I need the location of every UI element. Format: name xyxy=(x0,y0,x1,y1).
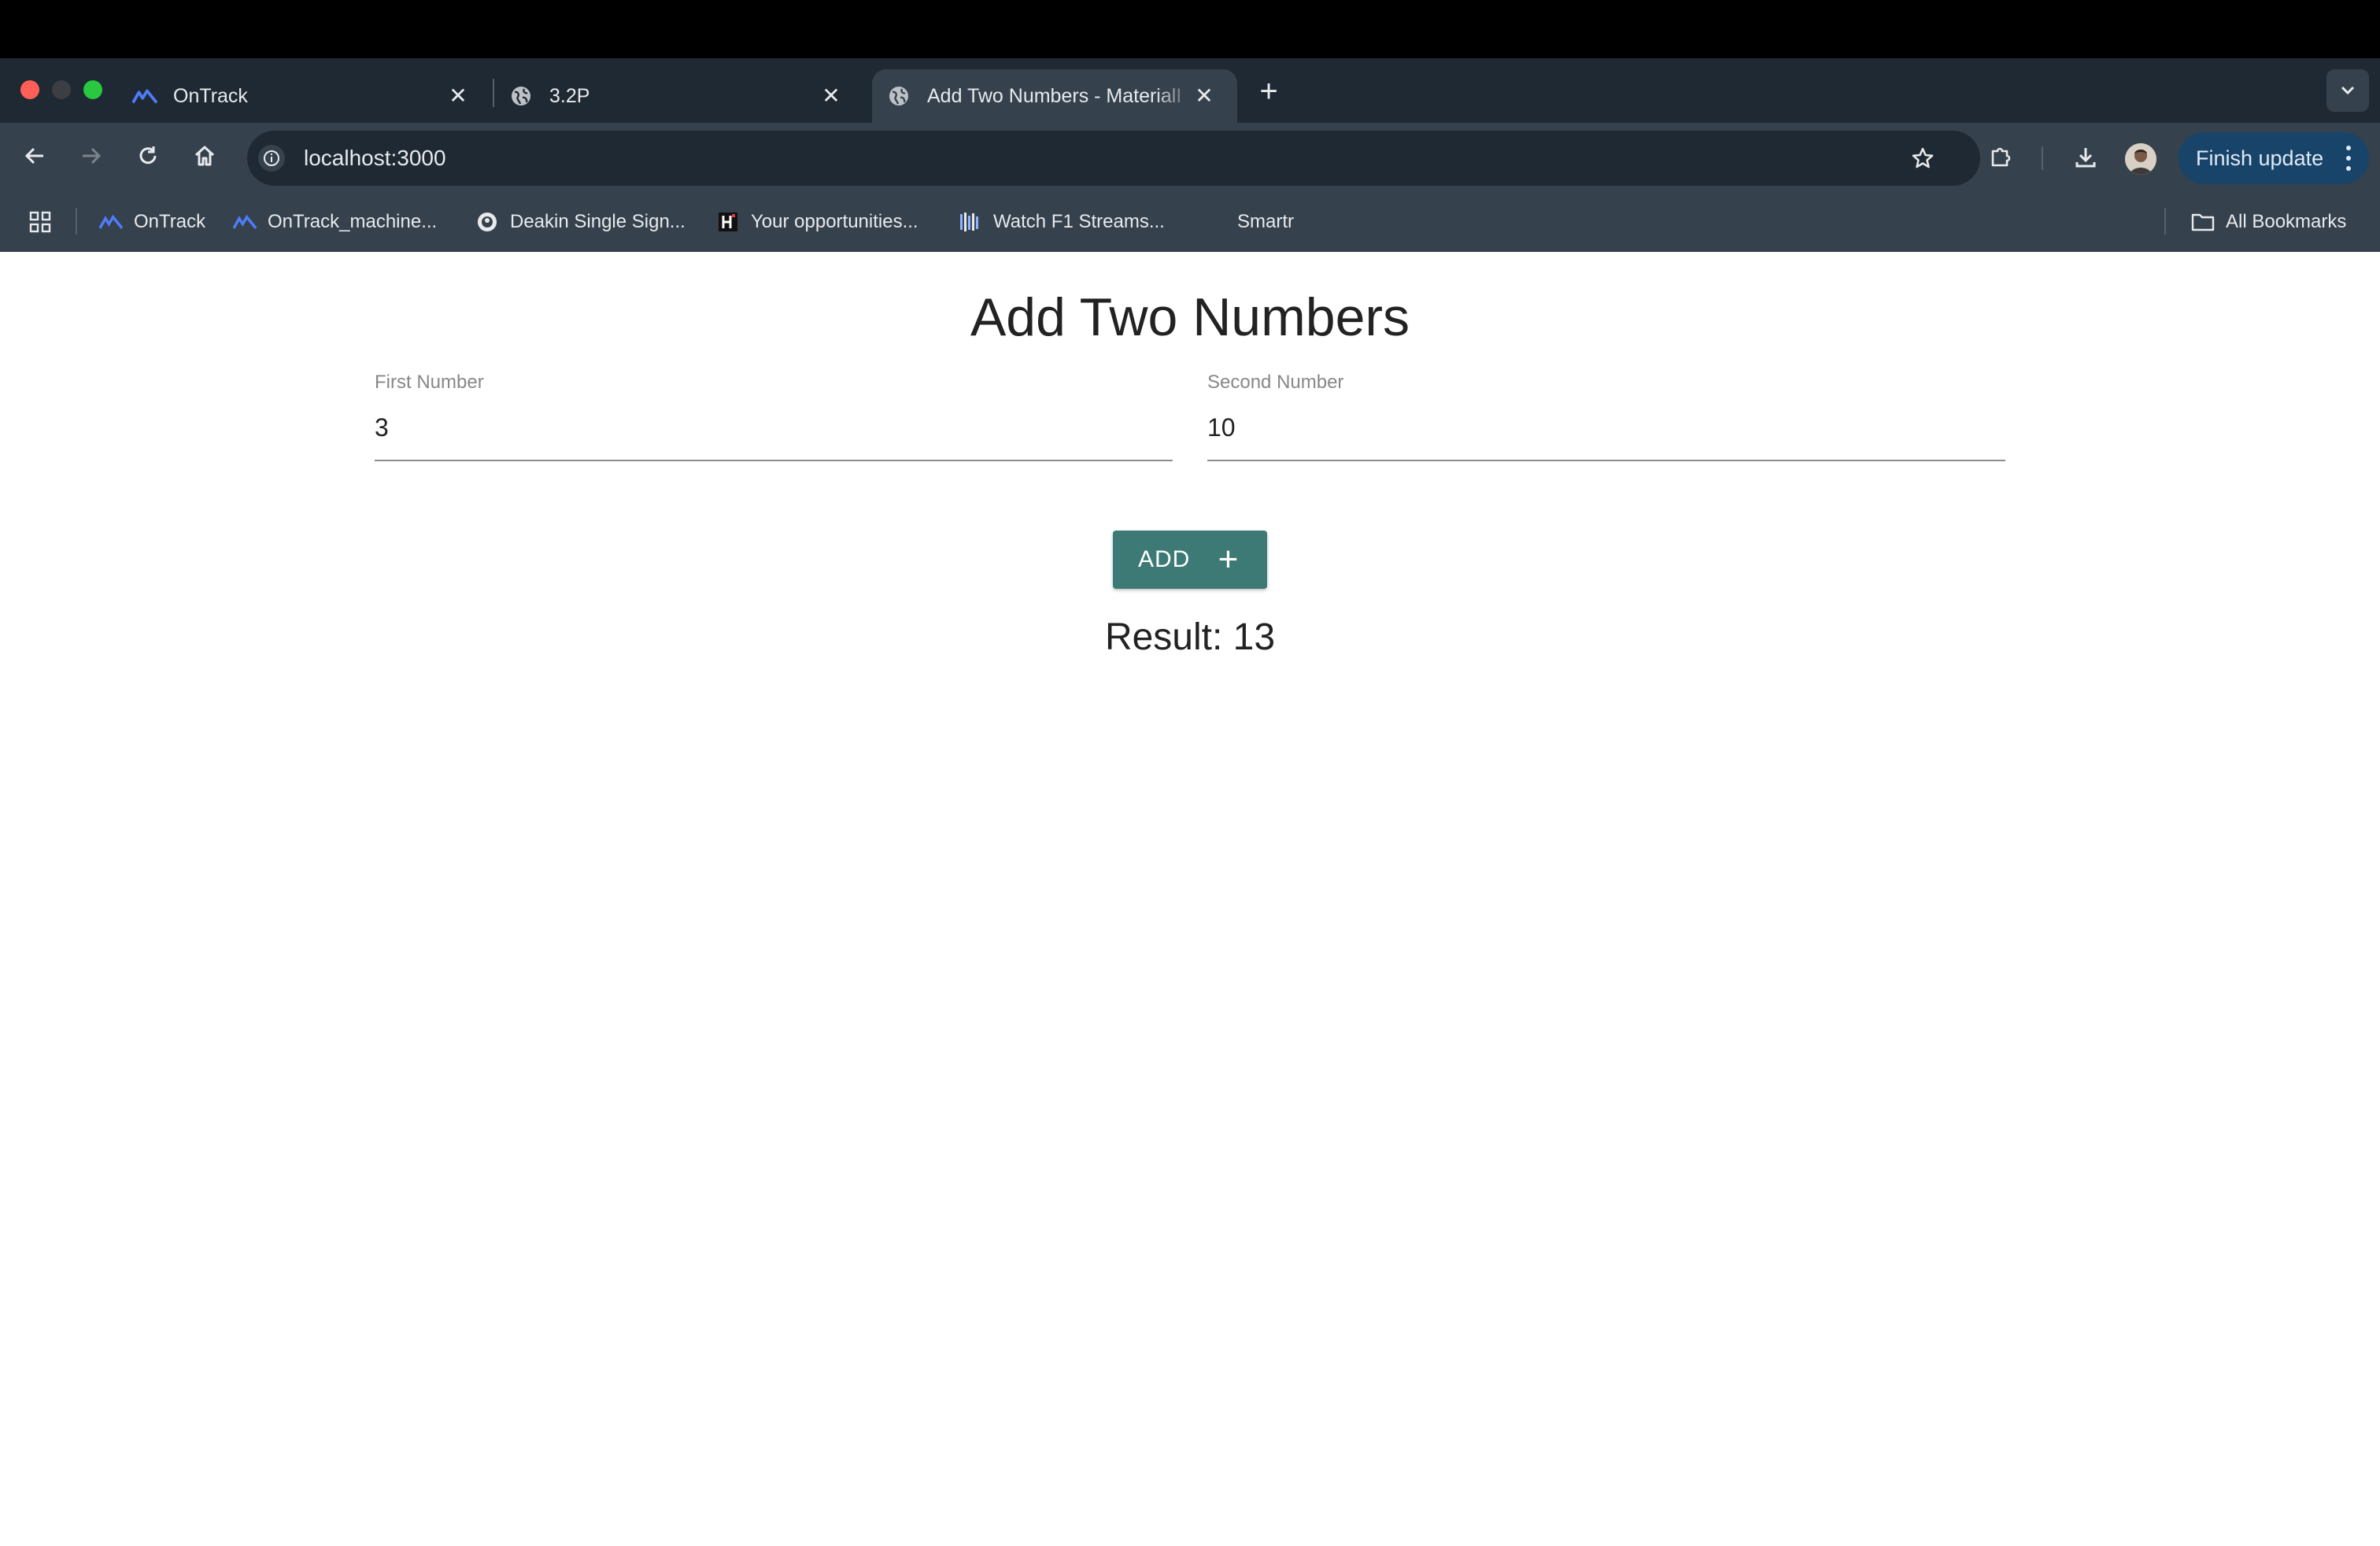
bookmark-watch-f1[interactable]: Watch F1 Streams... xyxy=(959,206,1165,238)
close-icon[interactable]: ✕ xyxy=(445,83,471,109)
url-text[interactable]: localhost:3000 xyxy=(304,143,446,173)
more-vertical-icon xyxy=(2346,146,2351,171)
new-tab-button[interactable]: + xyxy=(1253,76,1284,107)
bookmark-label: OnTrack xyxy=(134,211,206,232)
tab-title: Add Two Numbers - MaterialI xyxy=(927,84,1182,107)
result-text: Result: 13 xyxy=(0,616,2380,659)
back-arrow-icon xyxy=(24,147,43,165)
finish-update-label: Finish update xyxy=(2196,146,2324,170)
ontrack-logo-icon xyxy=(99,210,123,234)
menu-bar xyxy=(0,0,2380,58)
close-icon[interactable]: ✕ xyxy=(819,83,844,109)
tab-title: 3.2P xyxy=(549,84,590,107)
second-number-label: Second Number xyxy=(1207,372,1344,393)
all-bookmarks-label: All Bookmarks xyxy=(2226,211,2347,232)
maximize-window-button[interactable] xyxy=(83,80,102,99)
second-number-field[interactable]: Second Number xyxy=(1207,368,2005,461)
bookmark-label: Watch F1 Streams... xyxy=(993,211,1165,232)
input-underline xyxy=(1207,460,2005,461)
tab-add-two-numbers[interactable]: Add Two Numbers - MaterialI ✕ xyxy=(872,69,1237,123)
first-number-input[interactable] xyxy=(375,408,1173,447)
first-number-label: First Number xyxy=(375,372,484,393)
globe-icon xyxy=(886,83,911,109)
first-number-field[interactable]: First Number xyxy=(375,368,1173,461)
input-underline xyxy=(375,460,1173,461)
apps-grid-icon xyxy=(29,211,51,233)
home-button[interactable] xyxy=(189,140,220,172)
bookmark-ontrack[interactable]: OnTrack xyxy=(99,206,205,238)
close-icon[interactable]: ✕ xyxy=(1192,83,1217,109)
minimize-window-button[interactable] xyxy=(52,80,71,99)
forward-button[interactable] xyxy=(76,140,107,172)
extensions-icon[interactable] xyxy=(1985,142,2016,173)
address-bar[interactable] xyxy=(247,131,1980,186)
finish-update-button[interactable]: Finish update xyxy=(2179,132,2369,184)
add-button[interactable]: ADD + xyxy=(1113,531,1267,589)
bookmarks-divider xyxy=(2164,208,2166,235)
tab-search-button[interactable] xyxy=(2326,69,2369,112)
chevron-down-icon xyxy=(2341,86,2355,95)
tab-title: OnTrack xyxy=(173,84,248,107)
bookmark-your-opportunities[interactable]: Your opportunities... xyxy=(716,206,918,238)
bookmark-label: Your opportunities... xyxy=(751,211,918,232)
bookmark-label: OnTrack_machine... xyxy=(268,211,438,232)
page-title: Add Two Numbers xyxy=(970,287,1410,347)
tab-ontrack[interactable]: OnTrack ✕ xyxy=(132,69,491,123)
bookmark-label: Deakin Single Sign... xyxy=(510,211,686,232)
globe-icon xyxy=(508,83,534,109)
forward-arrow-icon xyxy=(83,147,102,165)
reload-icon xyxy=(139,146,157,165)
folder-icon xyxy=(2191,210,2215,234)
web-page xyxy=(0,252,2380,1546)
download-icon[interactable] xyxy=(2070,142,2101,173)
tab-3-2p[interactable]: 3.2P ✕ xyxy=(508,69,864,123)
reload-button[interactable] xyxy=(132,140,164,172)
bookmark-deakin-sso[interactable]: Deakin Single Sign... xyxy=(475,206,686,238)
plus-icon: + xyxy=(1218,540,1240,579)
toolbar-divider xyxy=(2042,146,2043,170)
close-window-button[interactable] xyxy=(20,80,39,99)
home-icon xyxy=(194,146,215,166)
bookmark-ontrack-machine[interactable]: OnTrack_machine... xyxy=(233,206,437,238)
ontrack-logo-icon xyxy=(233,210,257,234)
tab-separator xyxy=(493,79,494,107)
f1-streams-icon xyxy=(959,210,982,234)
deakin-logo-icon xyxy=(475,210,499,234)
result-label: Result: xyxy=(1104,616,1223,658)
second-number-input[interactable] xyxy=(1207,408,2005,447)
apps-button[interactable] xyxy=(28,206,52,238)
ontrack-logo-icon xyxy=(132,83,157,109)
back-button[interactable] xyxy=(19,140,50,172)
bookmarks-divider xyxy=(76,208,77,235)
bookmark-label: Smartr xyxy=(1237,211,1294,232)
profile-avatar[interactable] xyxy=(2125,143,2156,175)
bookmark-smartr[interactable]: Smartr xyxy=(1237,206,1294,238)
add-button-label: ADD xyxy=(1138,546,1191,572)
bookmark-star-icon[interactable] xyxy=(1908,143,1938,173)
all-bookmarks-button[interactable]: All Bookmarks xyxy=(2191,206,2346,238)
site-info-icon[interactable] xyxy=(258,145,285,172)
result-value: 13 xyxy=(1232,616,1276,658)
handshake-logo-icon xyxy=(716,210,740,234)
